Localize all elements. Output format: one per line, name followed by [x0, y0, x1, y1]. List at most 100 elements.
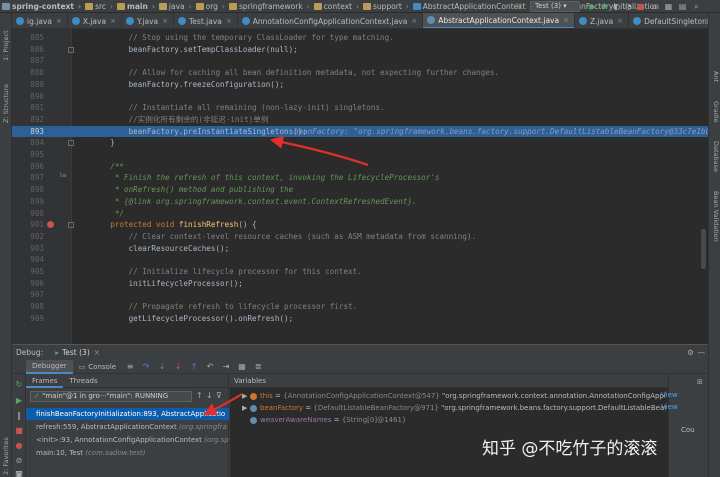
line-number[interactable]: 895 — [20, 149, 44, 161]
code-line[interactable]: 892 //实例化所有剩余的(非延迟-init)单例 — [12, 114, 708, 126]
code-line[interactable]: 905 // Initialize lifecycle processor fo… — [12, 266, 708, 278]
project-structure-icon[interactable]: ▦ — [664, 2, 673, 11]
code-line[interactable]: 898 * onRefresh() method and publishing … — [12, 184, 708, 196]
thread-up-icon[interactable]: ↑ — [196, 391, 203, 400]
breadcrumb-item[interactable]: src › — [83, 2, 115, 11]
code-line[interactable]: 907 — [12, 289, 708, 301]
close-icon[interactable]: × — [94, 348, 100, 357]
hammer-icon[interactable]: ⚒ — [514, 2, 523, 11]
breadcrumb-item[interactable]: context › — [312, 2, 361, 11]
line-number[interactable]: 889 — [20, 79, 44, 91]
tab-console[interactable]: ▭ Console — [73, 360, 122, 374]
code-editor[interactable]: I≡ 885 // Stop using the temporary Class… — [12, 29, 708, 344]
line-number[interactable]: 898 — [20, 184, 44, 196]
run-to-cursor-icon[interactable]: ⇥ — [221, 362, 231, 372]
editor-tab[interactable]: Y.java × — [122, 13, 174, 28]
project-tool-label[interactable]: 1: Project — [2, 30, 10, 61]
line-number[interactable]: 909 — [20, 313, 44, 325]
rerun-icon[interactable]: ↻ — [14, 380, 24, 390]
step-into-icon[interactable]: ↓ — [157, 362, 167, 372]
code-line[interactable]: 893 beanFactory.preInstantiateSingletons… — [12, 125, 708, 138]
run-icon[interactable]: ▶ — [588, 2, 597, 11]
drop-frame-icon[interactable]: ↶ — [205, 362, 215, 372]
editor-scrollbar[interactable] — [701, 229, 706, 269]
line-number[interactable]: 902 — [20, 231, 44, 243]
line-number[interactable]: 901 — [20, 219, 44, 231]
thread-down-icon[interactable]: ↓ — [206, 391, 213, 400]
tab-threads[interactable]: Threads — [63, 374, 103, 388]
variable-row[interactable]: ▶ this = {AnnotationConfigApplicationCont… — [230, 390, 666, 402]
evaluate-icon[interactable]: ▦ — [237, 362, 247, 372]
line-number[interactable]: 903 — [20, 243, 44, 255]
editor-tab[interactable]: X.java × — [68, 13, 122, 28]
code-line[interactable]: 897 * Finish the refresh of this context… — [12, 172, 708, 184]
line-number[interactable]: 894 — [20, 137, 44, 149]
expand-arrow-icon[interactable]: ▶ — [242, 402, 250, 414]
line-number[interactable]: 891 — [20, 102, 44, 114]
code-line[interactable]: 889 beanFactory.freezeConfiguration(); — [12, 79, 708, 91]
line-number[interactable]: 888 — [20, 67, 44, 79]
build-icon[interactable]: ⌂ — [650, 2, 659, 11]
frame-row[interactable]: <init>:93, AnnotationConfigApplicationCo… — [26, 434, 229, 446]
breadcrumb-item[interactable]: springframework › — [227, 2, 312, 11]
line-number[interactable]: 904 — [20, 254, 44, 266]
show-execution-point-icon[interactable]: ≡ — [125, 362, 135, 372]
tab-debugger[interactable]: Debugger — [26, 359, 73, 374]
line-number[interactable]: 900 — [20, 208, 44, 220]
code-line[interactable]: 894 } — [12, 137, 708, 149]
force-step-into-icon[interactable]: ↓ — [173, 362, 183, 372]
breadcrumb-item[interactable]: spring-context › — [0, 2, 83, 11]
debug-session-tab[interactable]: ▸ Test (3) × — [55, 348, 100, 357]
code-line[interactable]: 896 /** — [12, 161, 708, 173]
mute-breakpoints-icon[interactable]: ⊘ — [14, 456, 24, 466]
line-number[interactable]: 887 — [20, 55, 44, 67]
trace-icon[interactable]: ≣ — [253, 362, 263, 372]
line-number[interactable]: 908 — [20, 301, 44, 313]
code-line[interactable]: 890 — [12, 91, 708, 103]
layout-icon[interactable]: ⊞ — [697, 378, 703, 386]
bean-validation-tool-label[interactable]: Bean Validation — [712, 191, 720, 242]
settings-icon[interactable]: ⚙ — [687, 348, 694, 357]
thread-select[interactable]: ✓ "main"@1 in gro···"main": RUNNING — [30, 391, 192, 402]
view-value-link[interactable]: View — [661, 389, 678, 401]
code-line[interactable]: 886 beanFactory.setTempClassLoader(null)… — [12, 44, 708, 56]
frame-row[interactable]: finishBeanFactoryInitialization:893, Abs… — [26, 408, 229, 420]
view-value-link[interactable]: View — [661, 401, 678, 413]
close-icon[interactable]: × — [226, 17, 232, 25]
step-out-icon[interactable]: ↑ — [189, 362, 199, 372]
editor-tab[interactable]: ig.java × — [12, 13, 68, 28]
close-icon[interactable]: × — [617, 17, 623, 25]
code-line[interactable]: 885 // Stop using the temporary ClassLoa… — [12, 32, 708, 44]
editor-tab[interactable]: Z.java × — [575, 13, 630, 28]
code-line[interactable]: 899 * {@link org.springframework.context… — [12, 196, 708, 208]
variable-row[interactable]: ▶ beanFactory = {DefaultListableBeanFacto… — [230, 402, 666, 414]
code-line[interactable]: 900 */ — [12, 208, 708, 220]
close-icon[interactable]: × — [56, 17, 62, 25]
editor-tab[interactable]: AnnotationConfigApplicationContext.java × — [238, 13, 424, 28]
code-line[interactable]: 895 — [12, 149, 708, 161]
tab-frames[interactable]: Frames — [26, 374, 64, 388]
favorites-tool-label[interactable]: 2: Favorites — [2, 437, 10, 475]
stop-icon[interactable]: ■ — [636, 2, 645, 11]
variable-row[interactable]: weaverAwareNames = {String[0]@1461} — [230, 414, 666, 426]
debug-icon[interactable]: ✱ — [600, 2, 609, 11]
code-line[interactable]: 904 — [12, 254, 708, 266]
breadcrumb-item[interactable]: support › — [361, 2, 411, 11]
code-line[interactable]: 906 initLifecycleProcessor(); — [12, 278, 708, 290]
gradle-tool-label[interactable]: Gradle — [712, 101, 720, 123]
step-over-icon[interactable]: ↷ — [141, 362, 151, 372]
editor-tab[interactable]: DefaultSingletonBeanRegistry.java× — [629, 13, 708, 28]
close-icon[interactable]: × — [162, 17, 168, 25]
line-number[interactable]: 893 — [20, 126, 44, 138]
line-number[interactable]: 892 — [20, 114, 44, 126]
code-line[interactable]: 887 — [12, 55, 708, 67]
line-number[interactable]: 890 — [20, 91, 44, 103]
sdk-icon[interactable]: ▤ — [678, 2, 687, 11]
structure-tool-label[interactable]: Z: Structure — [2, 84, 10, 123]
line-number[interactable]: 897 — [20, 172, 44, 184]
line-number[interactable]: 885 — [20, 32, 44, 44]
code-line[interactable]: 903 clearResourceCaches(); — [12, 243, 708, 255]
run-config-select[interactable]: Test (3) ▾ — [530, 1, 580, 12]
stop-icon[interactable]: ■ — [14, 426, 24, 436]
editor-tab[interactable]: AbstractApplicationContext.java × — [423, 13, 575, 28]
